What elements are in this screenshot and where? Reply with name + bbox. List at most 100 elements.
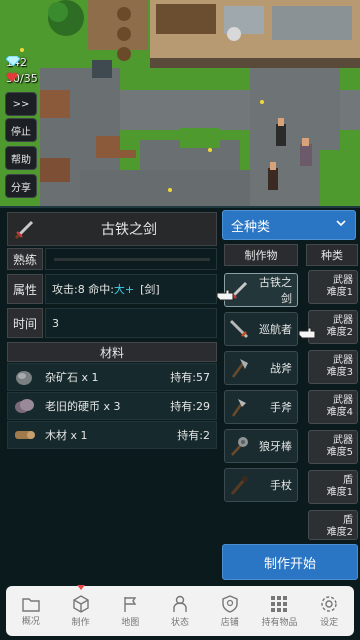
proficiency-bar <box>45 248 217 270</box>
hp-counter: 30/35 <box>6 72 38 85</box>
type-line1: 武器 <box>333 395 353 406</box>
type-weapon-1[interactable]: 武器 难度1 <box>308 270 358 304</box>
bottom-nav-bar: 概况 制作 地图 状态 店铺 持有物品 设定 <box>6 585 354 636</box>
type-line2: 难度1 <box>326 487 353 498</box>
nav-inventory[interactable]: 持有物品 <box>255 586 305 636</box>
hatchet-icon <box>225 392 253 422</box>
diamond-counter: 142 <box>6 56 27 69</box>
nav-craft[interactable]: 制作 <box>56 585 106 636</box>
bottom-nav: 概况 制作 地图 状态 店铺 持有物品 设定 <box>0 582 360 640</box>
type-line2: 难度3 <box>326 367 353 378</box>
diamond-icon <box>6 56 20 66</box>
grid-icon <box>271 595 288 612</box>
nav-label: 制作 <box>71 617 90 628</box>
type-line2: 难度2 <box>326 327 353 338</box>
type-shield-1[interactable]: 盾难度1 <box>308 470 358 504</box>
start-craft-button[interactable]: 制作开始 <box>222 544 358 580</box>
nav-label: 持有物品 <box>261 617 298 628</box>
stop-button[interactable]: 停止 <box>5 118 37 142</box>
craft-item-staff[interactable]: 手杖 <box>224 468 298 502</box>
proficiency-label: 熟练 <box>7 248 43 270</box>
craft-item-label: 手杖 <box>270 479 292 492</box>
type-shield-2[interactable]: 盾难度2 <box>308 510 358 540</box>
craft-item-hatchet[interactable]: 手斧 <box>224 390 298 424</box>
game-map[interactable]: 142 30/35 >> 停止 帮助 分享 <box>0 0 360 206</box>
type-weapon-3[interactable]: 武器 难度3 <box>308 350 358 384</box>
type-line1: 武器 <box>333 315 353 326</box>
nav-label: 地图 <box>121 617 140 628</box>
attribute-label: 属性 <box>7 274 43 304</box>
craft-item-label: 手斧 <box>270 401 292 414</box>
type-weapon-4[interactable]: 武器 难度4 <box>308 390 358 424</box>
gear-icon <box>321 595 337 612</box>
craft-item-label: 狼牙棒 <box>259 440 292 453</box>
game-screen: 142 30/35 >> 停止 帮助 分享 古铁之剑 熟练 <box>0 0 360 640</box>
nav-overview[interactable]: 概况 <box>6 586 56 636</box>
selected-item-title: 古铁之剑 <box>7 212 217 246</box>
material-row: 木材 x 1 持有:2 <box>7 421 217 449</box>
flag-icon <box>124 596 137 612</box>
type-line1: 盾 <box>343 475 353 486</box>
folder-icon <box>22 597 40 612</box>
share-button[interactable]: 分享 <box>5 174 37 198</box>
type-line2: 难度2 <box>326 527 353 538</box>
fast-forward-label: >> <box>12 98 30 110</box>
type-line1: 盾 <box>343 515 353 526</box>
material-name: 老旧的硬币 x 3 <box>45 400 121 413</box>
craft-item-label: 战斧 <box>270 362 292 375</box>
mace-icon <box>225 431 253 461</box>
type-list-header: 种类 <box>306 244 358 266</box>
craft-item-ancient-iron-sword[interactable]: 古铁之剑 <box>224 273 298 307</box>
staff-icon <box>225 470 253 500</box>
proficiency-track <box>54 258 210 261</box>
material-owned: 持有:57 <box>170 371 210 384</box>
craft-list-header: 制作物 <box>224 244 298 266</box>
nav-map[interactable]: 地图 <box>105 586 155 636</box>
craft-item-label: 巡航者 <box>259 323 292 336</box>
craft-item-mace[interactable]: 狼牙棒 <box>224 429 298 463</box>
heart-icon <box>6 72 18 82</box>
type-line1: 武器 <box>333 355 353 366</box>
type-line1: 武器 <box>333 275 353 286</box>
fast-forward-button[interactable]: >> <box>5 92 37 116</box>
map-terrain <box>0 0 360 206</box>
chevron-down-icon <box>336 220 346 227</box>
weapon-tag: [剑] <box>140 283 160 296</box>
nav-status[interactable]: 状态 <box>155 586 205 636</box>
shield-icon <box>222 594 238 613</box>
craft-item-cruiser[interactable]: 巡航者 <box>224 312 298 346</box>
type-weapon-5[interactable]: 武器 难度5 <box>308 430 358 464</box>
pointer-hand-icon <box>298 327 316 339</box>
nav-label: 状态 <box>171 617 190 628</box>
stop-label: 停止 <box>11 126 31 138</box>
nav-indicator <box>76 585 85 590</box>
box-icon <box>72 594 89 613</box>
material-name: 杂矿石 x 1 <box>45 371 99 384</box>
type-line2: 难度4 <box>326 407 353 418</box>
type-line1: 武器 <box>333 435 353 446</box>
person-icon <box>173 595 187 612</box>
nav-label: 店铺 <box>220 617 239 628</box>
nav-shop[interactable]: 店铺 <box>205 586 255 636</box>
coin-icon <box>11 394 37 418</box>
help-label: 帮助 <box>11 154 31 166</box>
pointer-hand-icon <box>216 289 234 301</box>
category-selected: 全种类 <box>231 219 271 235</box>
craft-item-battle-axe[interactable]: 战斧 <box>224 351 298 385</box>
ore-icon <box>11 365 37 389</box>
material-name: 木材 x 1 <box>45 429 88 442</box>
item-name: 古铁之剑 <box>101 222 157 238</box>
hit-value: 大+ <box>113 283 135 296</box>
type-line2: 难度1 <box>326 287 353 298</box>
category-dropdown[interactable]: 全种类 <box>222 210 356 240</box>
material-row: 老旧的硬币 x 3 持有:29 <box>7 392 217 420</box>
craft-panel: 古铁之剑 熟练 属性 攻击:8 命中: 大+ [剑] 时间 3 材料 杂矿石 x… <box>0 206 360 582</box>
help-button[interactable]: 帮助 <box>5 146 37 170</box>
sword-icon <box>8 213 42 245</box>
share-label: 分享 <box>11 182 31 194</box>
material-row: 杂矿石 x 1 持有:57 <box>7 363 217 391</box>
nav-label: 概况 <box>21 616 40 627</box>
wood-icon <box>11 423 37 447</box>
nav-settings[interactable]: 设定 <box>304 586 354 636</box>
time-value: 3 <box>45 308 217 338</box>
